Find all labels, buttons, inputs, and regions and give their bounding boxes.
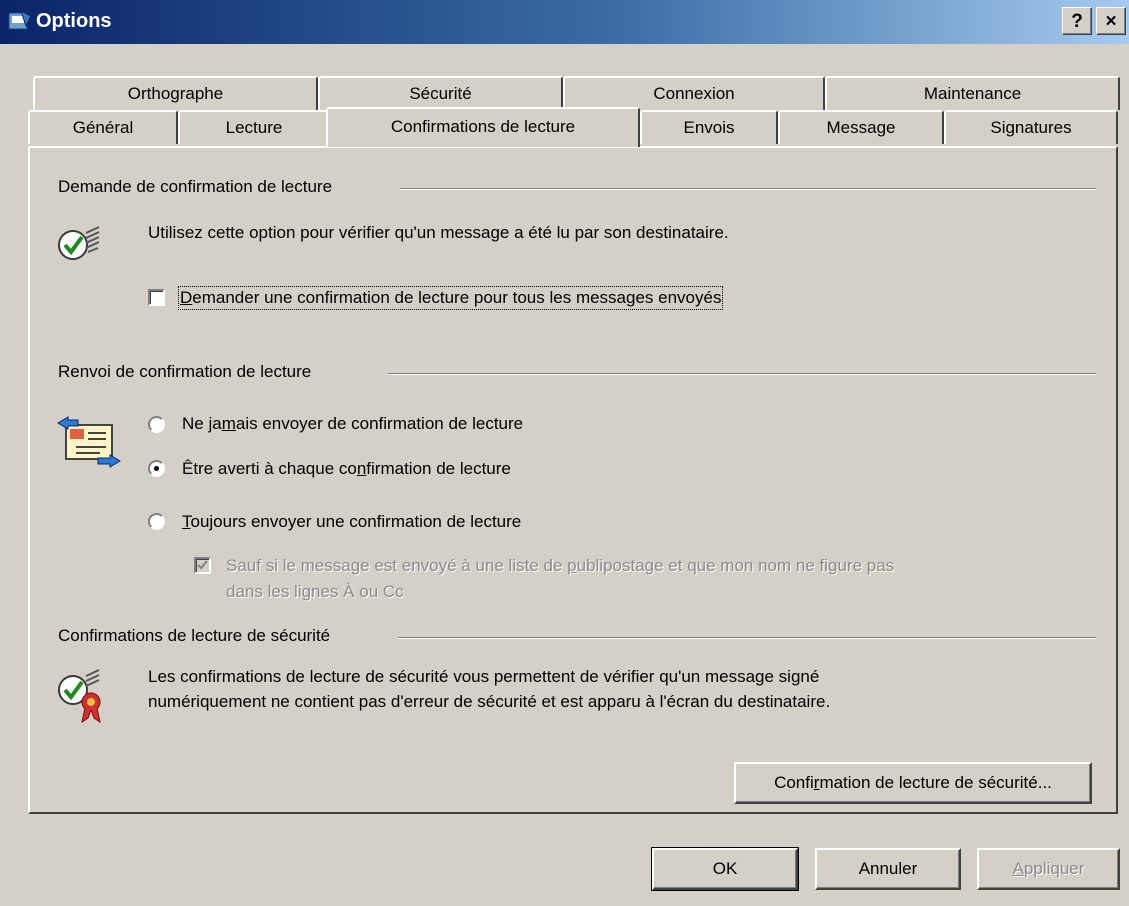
exception-label-line2: dans les lignes À ou Cc [226,582,404,601]
tab-signatures[interactable]: Signatures [944,110,1118,144]
label-text: firmation de lecture [366,459,511,478]
help-button[interactable]: ? [1062,7,1092,35]
window-title: Options [36,10,112,32]
request-receipt-checkbox[interactable] [148,289,165,306]
label-accelerator: n [356,459,367,478]
tab-orthographe[interactable]: Orthographe [33,76,318,110]
tab-maintenance[interactable]: Maintenance [825,76,1120,110]
exception-checkbox[interactable] [194,557,211,574]
radio-notify-each[interactable] [148,460,165,477]
label-text: oujours envoyer une confirmation de lect… [190,512,522,531]
exception-label-line1[interactable]: Sauf si le message est envoyé à une list… [226,556,894,576]
tab-label: Général [72,118,134,137]
label-text: Ne ja [182,414,222,433]
group-divider [400,188,1096,190]
secure-description-line2: numériquement ne contient pas d'erreur d… [148,692,831,711]
label-accelerator: T [182,512,191,531]
radio-dot [154,466,159,471]
request-receipt-label[interactable]: Demander une confirmation de lecture pou… [177,286,724,310]
secure-description-line1: Les confirmations de lecture de sécurité… [148,667,820,686]
tab-panel: Demande de confirmation de lecture Utili… [28,146,1118,814]
button-text: Confi [774,773,814,792]
tab-connexion[interactable]: Connexion [563,76,825,110]
tab-label: Confirmations de lecture [390,117,576,136]
close-button[interactable]: × [1096,7,1126,35]
tab-envois[interactable]: Envois [640,110,778,144]
tab-lecture[interactable]: Lecture [178,110,330,144]
tab-confirmations-de-lecture[interactable]: Confirmations de lecture [326,107,640,147]
title-bar: Options ? × [0,0,1129,44]
group-title-return: Renvoi de confirmation de lecture [58,362,322,382]
group-title-request: Demande de confirmation de lecture [58,177,343,197]
cancel-button[interactable]: Annuler [815,848,961,890]
tab-label: Sécurité [409,84,472,103]
label-accelerator: D [180,288,193,307]
tab-label: Envois [683,118,735,137]
tab-general[interactable]: Général [28,110,178,144]
tab-label: Lecture [225,118,283,137]
radio-notify-each-label[interactable]: Être averti à chaque confirmation de lec… [182,459,511,479]
label-text: Être averti à chaque co [182,459,357,478]
button-accelerator: A [1012,859,1024,878]
label-text: emander une confirmation de lecture pour… [192,288,722,307]
group-divider [398,637,1096,639]
tab-label: Orthographe [127,84,224,103]
envelope-arrows-icon [57,416,121,468]
radio-always-send-label[interactable]: Toujours envoyer une confirmation de lec… [182,512,521,532]
label-text: ublipostage et que mon nom ne figure pas [576,556,895,575]
label-accelerator: p [567,556,577,575]
tab-label: Signatures [990,118,1072,137]
apply-button[interactable]: Appliquer [977,848,1120,890]
radio-never-send[interactable] [148,416,165,433]
label-text: Sauf si le message est envoyé à une list… [226,556,568,575]
secure-receipt-seal-icon [58,669,101,724]
tab-label: Maintenance [923,84,1022,103]
radio-never-send-label[interactable]: Ne jamais envoyer de confirmation de lec… [182,414,523,434]
ok-button[interactable]: OK [651,847,799,891]
tab-label: Message [826,118,896,137]
read-receipt-check-icon [58,226,100,260]
tab-message[interactable]: Message [778,110,944,144]
group-title-secure: Confirmations de lecture de sécurité [58,626,341,646]
group-divider [388,373,1096,375]
checkmark-icon [197,560,208,570]
button-text: ppliquer [1023,859,1085,878]
request-description: Utilisez cette option pour vérifier qu'u… [148,223,729,242]
label-text: ais envoyer de confirmation de lecture [235,414,524,433]
outlook-express-icon [8,10,32,30]
button-text: mation de lecture de sécurité... [819,773,1052,792]
secure-receipt-button[interactable]: Confirmation de lecture de sécurité... [734,762,1092,804]
tab-securite[interactable]: Sécurité [318,76,563,110]
label-accelerator: m [221,414,236,433]
tab-label: Connexion [653,84,735,103]
radio-always-send[interactable] [148,513,165,530]
